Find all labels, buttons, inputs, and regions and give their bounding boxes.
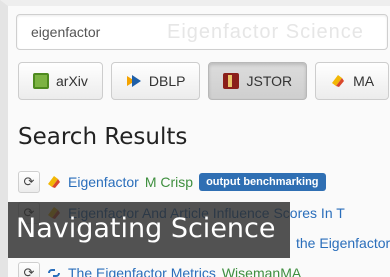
source-button-dblp[interactable]: DBLP <box>110 62 201 100</box>
source-label: JSTOR <box>246 73 293 89</box>
result-row: ⟳ Eigenfactor M Crisp output benchmarkin… <box>18 171 326 193</box>
source-label: MA <box>353 73 375 89</box>
result-row: the Eigenfactor <box>296 232 390 254</box>
source-button-jstor[interactable]: JSTOR <box>208 62 308 100</box>
caption-text: Navigating Science <box>16 213 276 244</box>
search-bar: Eigenfactor Science <box>16 14 388 50</box>
result-author[interactable]: M Crisp <box>145 174 193 190</box>
results-heading: Search Results <box>18 124 188 150</box>
source-button-ma[interactable]: MA <box>315 62 390 100</box>
source-label: DBLP <box>148 73 186 89</box>
result-title-link[interactable]: The Eigenfactor Metrics <box>68 265 216 277</box>
result-row: ⟳ The Eigenfactor Metrics WisemanMA <box>18 262 301 277</box>
ma-icon <box>332 75 345 87</box>
dblp-icon <box>126 75 141 87</box>
search-input[interactable] <box>17 15 387 49</box>
refresh-button[interactable]: ⟳ <box>18 262 40 277</box>
refresh-button[interactable]: ⟳ <box>18 171 40 193</box>
jstor-icon <box>223 73 240 89</box>
source-button-arxiv[interactable]: arXiv <box>18 62 103 100</box>
source-label: arXiv <box>56 73 88 89</box>
result-title-link[interactable]: Eigenfactor <box>68 174 139 190</box>
result-title-link[interactable]: the Eigenfactor <box>296 235 390 251</box>
result-tag-badge[interactable]: output benchmarking <box>199 173 326 191</box>
tag-icon <box>48 176 60 188</box>
link-icon <box>48 269 60 277</box>
arxiv-icon <box>33 73 49 89</box>
result-author[interactable]: WisemanMA <box>222 265 301 277</box>
source-filter-bar: arXiv DBLP JSTOR MA <box>18 62 390 100</box>
